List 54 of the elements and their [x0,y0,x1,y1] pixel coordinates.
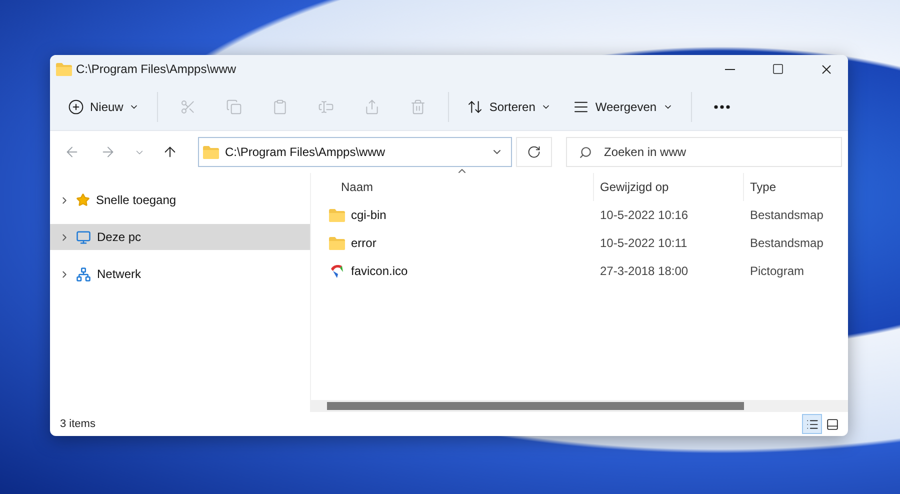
address-bar[interactable]: C:\Program Files\Ampps\www [198,137,512,167]
file-name: favicon.ico [351,264,408,278]
star-icon [76,193,90,207]
arrow-right-icon [100,144,116,160]
date-cell-text: 27-3-2018 18:00 [599,264,690,278]
sidebar-item[interactable]: Snelle toegang [50,187,310,213]
more-icon [714,104,730,108]
date-cell-text: 10-5-2022 10:11 [599,236,688,250]
scissors-icon [180,98,196,114]
file-row[interactable]: favicon.ico 27-3-2018 18:00 Pictogram [311,257,848,285]
logo-icon [329,263,345,279]
column-header[interactable]: Type [743,173,848,201]
item-count: 3 items [60,418,96,430]
panel-icon [826,418,838,430]
column-header[interactable]: Gewijzigd op [593,173,743,201]
type-cell-text: Pictogram [749,264,806,278]
folder-icon [329,208,345,222]
clipboard-icon [272,98,288,114]
search-field[interactable]: Zoeken in www [566,137,842,167]
search-input[interactable]: Zoeken in www [602,144,829,160]
address-input[interactable]: C:\Program Files\Ampps\www [223,144,487,160]
file-name: error [351,236,376,250]
monitor-icon [76,230,91,244]
date-cell-text: 10-5-2022 10:16 [599,208,690,222]
folder-icon [329,236,345,250]
search-icon [579,146,592,158]
type-cell-text: Bestandsmap [749,236,824,250]
refresh-button[interactable] [516,137,552,167]
refresh-icon [527,145,541,159]
square-icon [772,63,784,75]
sort-arrows-icon [467,98,484,114]
type-cell-text: Bestandsmap [749,208,824,222]
plus-circle-icon [68,98,84,114]
copy-icon [226,98,242,114]
arrow-left-icon [64,144,80,160]
minus-icon [725,68,735,70]
new-button[interactable]: Nieuw [58,90,150,124]
network-icon [76,266,91,282]
file-name: cgi-bin [351,208,386,222]
file-row[interactable]: cgi-bin 10-5-2022 10:16 Bestandsmap [311,201,848,229]
scrollbar-thumb[interactable] [327,402,744,410]
file-row[interactable]: error 10-5-2022 10:11 Bestandsmap [311,229,848,257]
sidebar-item[interactable]: Deze pc [50,224,310,250]
share-icon [364,98,380,114]
folder-icon [203,146,219,158]
window-title: C:\Program Files\Ampps\www [76,62,238,76]
sort-button[interactable]: Sorteren [457,90,562,124]
rename-icon [318,98,334,114]
trash-icon [410,98,426,114]
folder-icon [56,62,72,76]
column-header[interactable]: Naam [311,173,593,201]
sidebar-item[interactable]: Netwerk [50,261,310,287]
view-button[interactable]: Weergeven [563,90,683,124]
details-view-button[interactable] [802,414,822,434]
